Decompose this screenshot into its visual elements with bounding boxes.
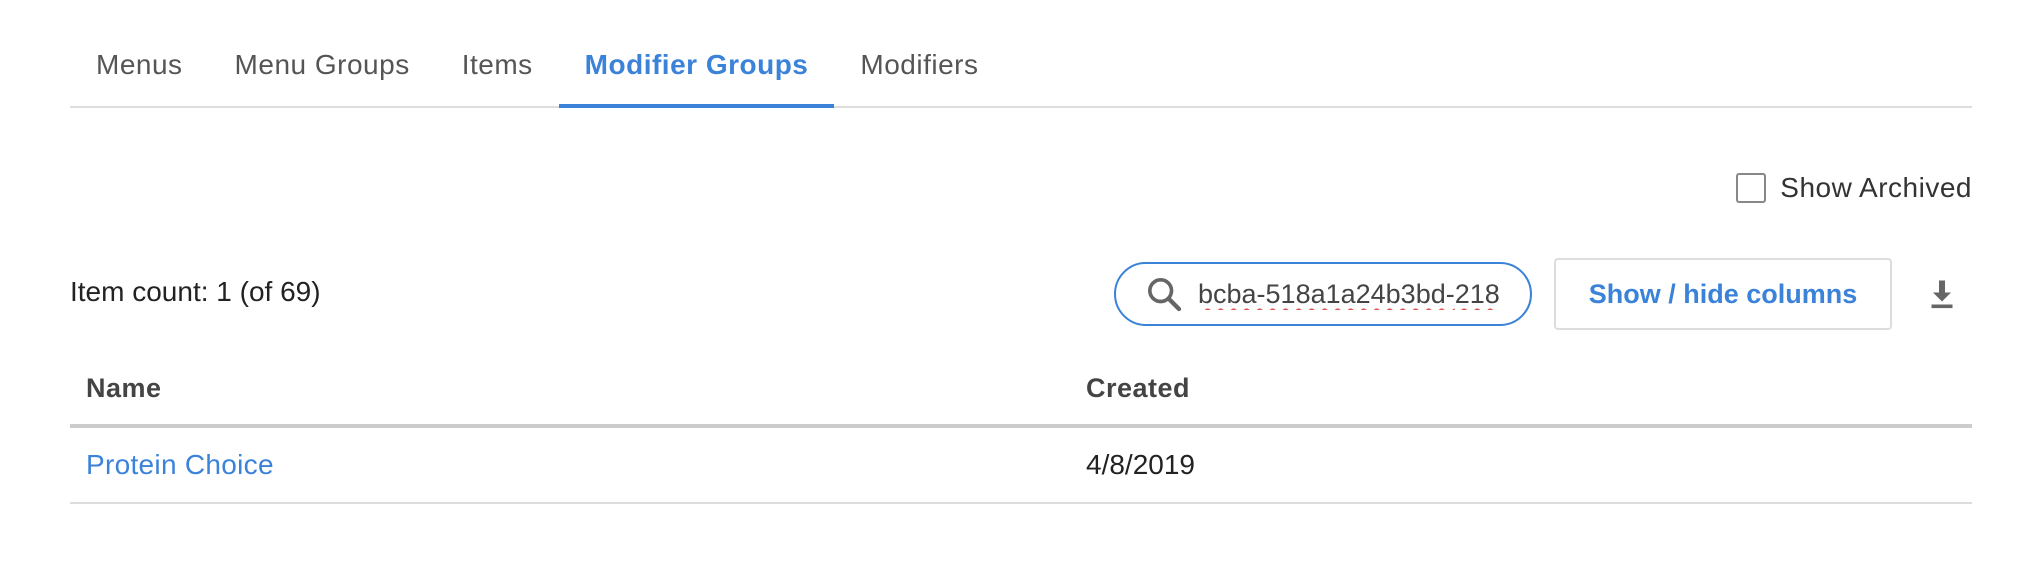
item-count: Item count: 1 (of 69) (70, 276, 321, 307)
show-archived-checkbox[interactable] (1736, 173, 1767, 203)
tab-modifier-groups[interactable]: Modifier Groups (558, 24, 835, 108)
search-input[interactable] (1198, 278, 1518, 310)
show-hide-columns-button[interactable]: Show / hide columns (1554, 258, 1892, 330)
tab-modifiers[interactable]: Modifiers (834, 24, 1004, 106)
row-name-link[interactable]: Protein Choice (86, 449, 274, 480)
search-icon (1148, 278, 1182, 312)
table-row: Protein Choice 4/8/2019 (70, 428, 1972, 504)
tab-menus[interactable]: Menus (70, 24, 209, 106)
page: Menus Menu Groups Items Modifier Groups … (0, 0, 2042, 582)
show-archived-toggle[interactable]: Show Archived (1736, 172, 1972, 204)
row-created-date: 4/8/2019 (1086, 449, 1195, 480)
tab-bar: Menus Menu Groups Items Modifier Groups … (70, 24, 1972, 108)
tab-menu-groups[interactable]: Menu Groups (209, 24, 436, 106)
tab-items[interactable]: Items (436, 24, 559, 106)
column-header-created[interactable]: Created (1086, 373, 1972, 404)
show-archived-label: Show Archived (1780, 172, 1972, 203)
table-header: Name Created (70, 352, 1972, 428)
column-header-name[interactable]: Name (70, 373, 1086, 404)
search-box[interactable] (1114, 262, 1532, 326)
download-icon[interactable] (1924, 276, 1960, 312)
modifier-groups-table: Name Created Protein Choice 4/8/2019 (70, 352, 1972, 504)
